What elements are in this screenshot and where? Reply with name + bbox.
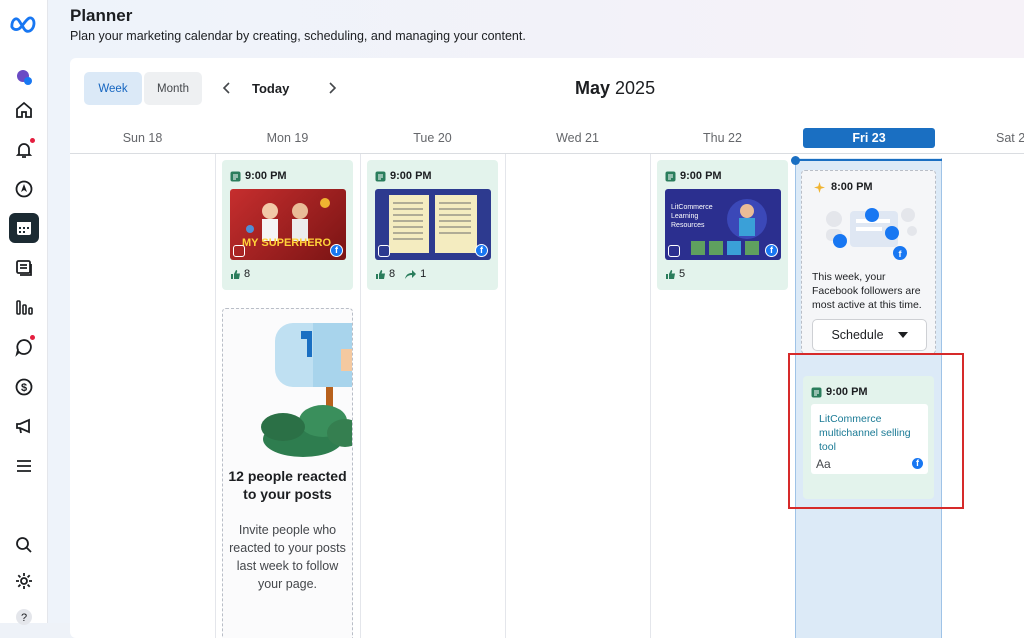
post-time-label: 9:00 PM bbox=[245, 170, 287, 182]
page-subtitle: Plan your marketing calendar by creating… bbox=[70, 29, 526, 43]
highlight-box bbox=[788, 353, 964, 509]
audience-illustration: f bbox=[826, 208, 917, 260]
like-count: 8 bbox=[244, 268, 251, 280]
post-time: 9:00 PM bbox=[375, 170, 432, 182]
thumbnail-text: MY SUPERHERO bbox=[242, 237, 332, 249]
mailbox-illustration bbox=[261, 323, 352, 457]
column-divider bbox=[215, 154, 216, 638]
current-time-dot bbox=[791, 156, 800, 165]
sparkle-icon bbox=[814, 181, 825, 193]
help-icon[interactable]: ? bbox=[9, 602, 39, 632]
post-stats: 5 bbox=[665, 268, 685, 280]
day-header-sun: Sun 18 bbox=[122, 131, 163, 145]
post-type-icon bbox=[665, 171, 676, 181]
column-divider bbox=[505, 154, 506, 638]
post-thumbnail[interactable]: MY SUPERHERO f bbox=[230, 189, 346, 260]
insights-icon[interactable] bbox=[9, 292, 39, 322]
post-image bbox=[246, 198, 330, 241]
share-icon bbox=[405, 269, 417, 279]
sidebar: $ ? bbox=[0, 0, 48, 625]
thumbnail-text: LitCommerce Learning Resources bbox=[671, 204, 713, 229]
schedule-button[interactable]: Schedule bbox=[812, 319, 927, 351]
reach-description: Invite people who reacted to your posts … bbox=[229, 523, 346, 591]
post-type-icon bbox=[375, 171, 386, 181]
post-card-tue[interactable]: 9:00 PM f 8 1 bbox=[367, 160, 498, 290]
meta-logo-icon[interactable] bbox=[9, 8, 39, 38]
inbox-chat-icon[interactable] bbox=[9, 332, 39, 362]
column-divider bbox=[650, 154, 651, 638]
post-card-thu[interactable]: 9:00 PM LitCommerce Learning Resources f… bbox=[657, 160, 788, 290]
next-week-icon[interactable] bbox=[324, 80, 340, 96]
suggestion-text: This week, your Facebook followers are m… bbox=[812, 271, 922, 311]
post-stats: 8 1 bbox=[375, 268, 426, 280]
instagram-badge-icon bbox=[233, 245, 245, 257]
suggested-time: 8:00 PM bbox=[814, 181, 873, 193]
instagram-badge-icon bbox=[378, 245, 390, 257]
week-view-button[interactable]: Week bbox=[84, 72, 142, 105]
facebook-badge-icon: f bbox=[330, 244, 343, 257]
day-header-fri-today: Fri 23 bbox=[803, 128, 935, 148]
post-thumbnail[interactable]: LitCommerce Learning Resources f bbox=[665, 189, 781, 260]
svg-text:?: ? bbox=[21, 612, 27, 624]
account-avatar-icon[interactable] bbox=[9, 62, 39, 92]
year: 2025 bbox=[615, 78, 656, 98]
current-time-line bbox=[795, 159, 942, 161]
instagram-badge-icon bbox=[668, 245, 680, 257]
search-icon[interactable] bbox=[9, 530, 39, 560]
menu-icon[interactable] bbox=[9, 451, 39, 481]
post-time-label: 9:00 PM bbox=[390, 170, 432, 182]
planner-calendar-icon[interactable] bbox=[9, 213, 39, 243]
today-button[interactable]: Today bbox=[252, 81, 289, 96]
header-divider bbox=[70, 153, 1024, 154]
post-card-mon[interactable]: 9:00 PM MY SUPERHERO f 8 bbox=[222, 160, 353, 290]
main-area: Planner Plan your marketing calendar by … bbox=[48, 0, 1024, 638]
like-icon bbox=[231, 269, 240, 279]
month-name: May bbox=[575, 78, 611, 98]
like-icon bbox=[376, 269, 385, 279]
day-header-mon: Mon 19 bbox=[266, 131, 309, 145]
post-time-label: 9:00 PM bbox=[680, 170, 722, 182]
dropdown-caret-icon bbox=[897, 332, 908, 338]
post-thumbnail[interactable]: f bbox=[375, 189, 491, 260]
facebook-badge-icon: f bbox=[765, 244, 778, 257]
share-count: 1 bbox=[420, 268, 427, 280]
post-time: 9:00 PM bbox=[230, 170, 287, 182]
svg-text:$: $ bbox=[21, 382, 27, 394]
schedule-label: Schedule bbox=[831, 328, 884, 342]
post-stats: 8 bbox=[230, 268, 250, 280]
suggested-time-label: 8:00 PM bbox=[831, 181, 873, 193]
reach-suggestion-card[interactable]: 12 people reacted to your posts Invite p… bbox=[222, 308, 353, 638]
post-time: 9:00 PM bbox=[665, 170, 722, 182]
post-image bbox=[389, 195, 477, 253]
like-count: 5 bbox=[679, 268, 686, 280]
notifications-icon[interactable] bbox=[9, 135, 39, 165]
like-count: 8 bbox=[389, 268, 396, 280]
day-header-wed: Wed 21 bbox=[556, 131, 599, 145]
best-time-suggestion-card[interactable]: 8:00 PM f This week, your Facebook follo… bbox=[801, 170, 936, 354]
calendar-card: Week Month Today May 2025 Sun 18 Mon 19 … bbox=[70, 58, 1024, 638]
inbox-dot bbox=[30, 335, 35, 340]
settings-gear-icon[interactable] bbox=[9, 566, 39, 596]
current-month-title: May 2025 bbox=[575, 78, 655, 99]
page-title: Planner bbox=[70, 6, 133, 25]
reach-title: 12 people reacted to your posts bbox=[228, 468, 347, 502]
day-header-sat: Sat 2 bbox=[996, 131, 1024, 145]
ads-megaphone-icon[interactable] bbox=[9, 411, 39, 441]
content-icon[interactable] bbox=[9, 253, 39, 283]
compass-icon[interactable] bbox=[9, 174, 39, 204]
facebook-badge-icon: f bbox=[475, 244, 488, 257]
column-divider bbox=[360, 154, 361, 638]
day-header-tue: Tue 20 bbox=[413, 131, 452, 145]
post-type-icon bbox=[230, 171, 241, 181]
home-icon[interactable] bbox=[9, 95, 39, 125]
month-view-button[interactable]: Month bbox=[144, 72, 202, 105]
day-header-thu: Thu 22 bbox=[703, 131, 742, 145]
like-icon bbox=[666, 269, 675, 279]
notification-dot bbox=[30, 138, 35, 143]
previous-week-icon[interactable] bbox=[219, 80, 235, 96]
monetization-icon[interactable]: $ bbox=[9, 372, 39, 402]
